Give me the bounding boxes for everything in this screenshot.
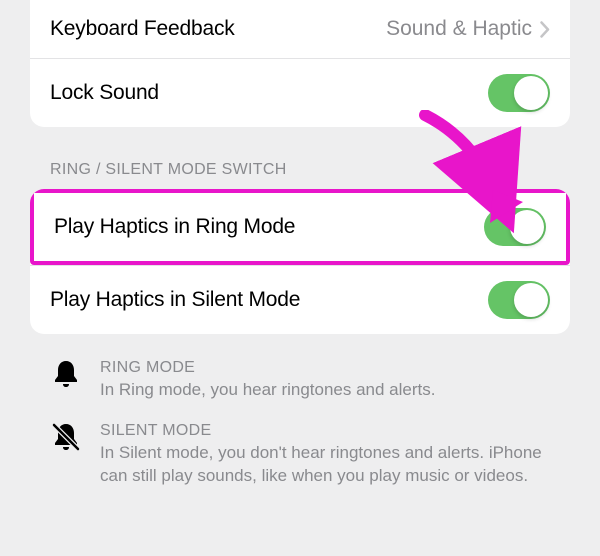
bell-icon xyxy=(50,359,82,402)
info-text: SILENT MODE In Silent mode, you don't he… xyxy=(100,422,550,488)
row-lock-sound: Lock Sound xyxy=(30,58,570,127)
chevron-right-icon xyxy=(540,21,550,38)
row-value: Sound & Haptic xyxy=(386,17,532,41)
row-play-haptics-ring: Play Haptics in Ring Mode xyxy=(30,189,570,265)
toggle-silent-haptics[interactable] xyxy=(488,281,550,319)
info-desc: In Silent mode, you don't hear ringtones… xyxy=(100,442,550,488)
toggle-knob xyxy=(514,76,548,110)
info-section: RING MODE In Ring mode, you hear rington… xyxy=(50,359,550,488)
settings-group-haptics: Play Haptics in Ring Mode Play Haptics i… xyxy=(30,189,570,334)
row-keyboard-feedback[interactable]: Keyboard Feedback Sound & Haptic xyxy=(30,0,570,58)
bell-slash-icon xyxy=(50,422,82,488)
info-title: SILENT MODE xyxy=(100,422,550,440)
info-silent-mode: SILENT MODE In Silent mode, you don't he… xyxy=(50,422,550,488)
row-label: Lock Sound xyxy=(50,81,159,105)
settings-group-sounds: Keyboard Feedback Sound & Haptic Lock So… xyxy=(30,0,570,127)
toggle-knob xyxy=(510,210,544,244)
section-header-ring-silent: RING / SILENT MODE SWITCH xyxy=(50,161,550,179)
row-play-haptics-silent: Play Haptics in Silent Mode xyxy=(30,265,570,334)
toggle-knob xyxy=(514,283,548,317)
info-text: RING MODE In Ring mode, you hear rington… xyxy=(100,359,550,402)
row-label: Play Haptics in Silent Mode xyxy=(50,288,300,312)
info-desc: In Ring mode, you hear ringtones and ale… xyxy=(100,379,550,402)
info-title: RING MODE xyxy=(100,359,550,377)
row-label: Keyboard Feedback xyxy=(50,17,235,41)
info-ring-mode: RING MODE In Ring mode, you hear rington… xyxy=(50,359,550,402)
row-label: Play Haptics in Ring Mode xyxy=(54,215,295,239)
toggle-ring-haptics[interactable] xyxy=(484,208,546,246)
toggle-lock-sound[interactable] xyxy=(488,74,550,112)
row-value-wrap: Sound & Haptic xyxy=(386,17,550,41)
